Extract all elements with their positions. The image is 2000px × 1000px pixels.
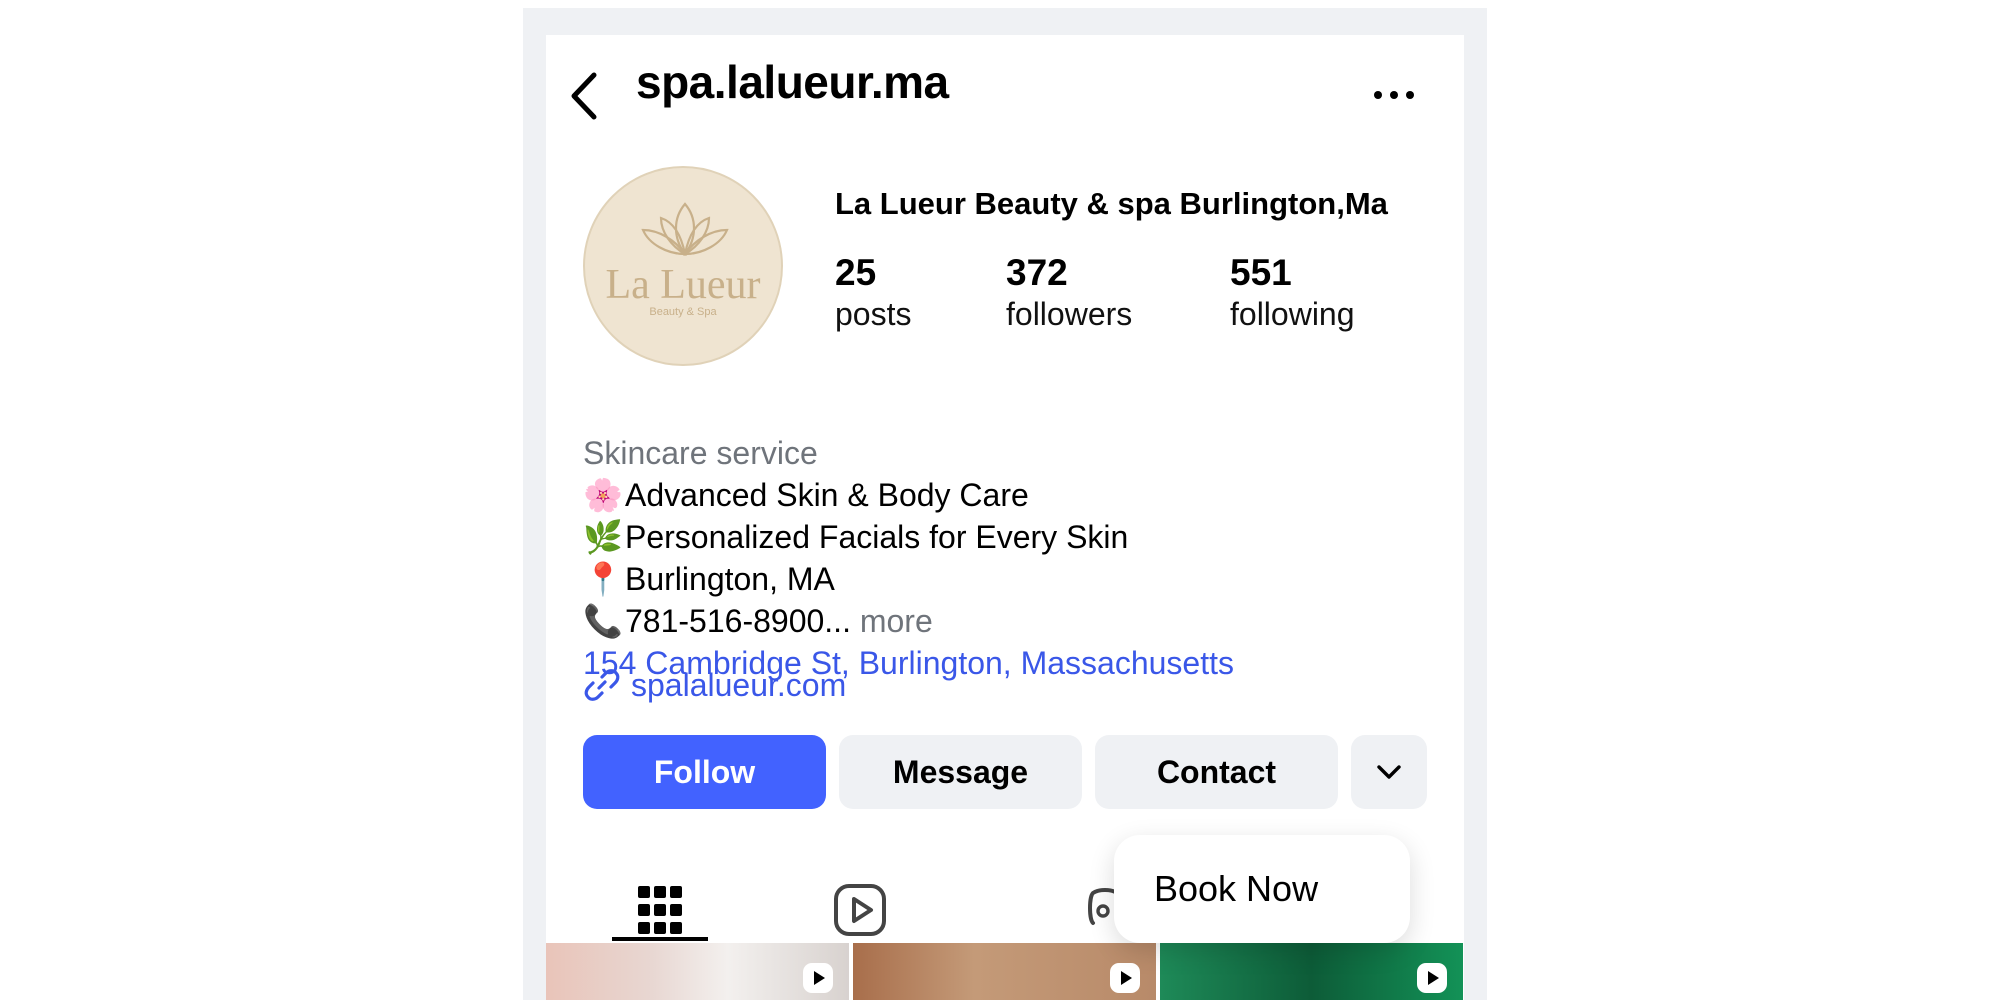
website-text: spalalueur.com [631, 666, 847, 703]
profile-screen: spa.lalueur.ma La Lueur Beauty & Spa La … [546, 35, 1464, 1000]
ellipsis-icon[interactable] [1372, 85, 1416, 105]
lotus-logo-icon [641, 202, 729, 257]
stat-value: 372 [1006, 252, 1068, 293]
follow-button[interactable]: Follow [583, 735, 826, 809]
stat-followers[interactable]: 372 followers [1006, 252, 1133, 334]
book-now-menu-item[interactable]: Book Now [1114, 835, 1410, 943]
back-icon[interactable] [566, 65, 606, 127]
pin-emoji-icon: 📍 [583, 561, 623, 597]
stat-value: 25 [835, 252, 877, 293]
bio: Skincare service 🌸Advanced Skin & Body C… [583, 432, 1443, 684]
bio-line-text: 781-516-8900... [625, 603, 851, 639]
bio-category: Skincare service [583, 435, 818, 471]
website-link[interactable]: spalalueur.com [583, 660, 846, 710]
bio-line: 🌿Personalized Facials for Every Skin [583, 516, 1443, 558]
grid-icon [638, 886, 682, 934]
post-thumbnail[interactable] [1160, 943, 1463, 1000]
herb-emoji-icon: 🌿 [583, 519, 623, 555]
post-thumbnail[interactable] [546, 943, 849, 1000]
avatar-logo-subtext: Beauty & Spa [649, 306, 717, 318]
link-icon [584, 669, 620, 701]
flower-emoji-icon: 🌸 [583, 477, 623, 513]
active-tab-indicator [612, 937, 708, 941]
bio-line-text: Personalized Facials for Every Skin [625, 519, 1129, 555]
bio-line-text: Burlington, MA [625, 561, 835, 597]
bio-more-link[interactable]: more [860, 603, 933, 639]
display-name: La Lueur Beauty & spa Burlington,Ma [835, 186, 1388, 221]
bio-line: 📞781-516-8900... more [583, 600, 1443, 642]
stat-label: following [1230, 295, 1355, 332]
stat-posts[interactable]: 25 posts [835, 252, 912, 334]
stat-label: posts [835, 295, 912, 332]
profile-username: spa.lalueur.ma [636, 56, 949, 108]
suggested-dropdown-button[interactable] [1351, 735, 1427, 809]
stat-label: followers [1006, 295, 1133, 332]
bio-line: 🌸Advanced Skin & Body Care [583, 474, 1443, 516]
phone-emoji-icon: 📞 [583, 603, 623, 639]
stat-following[interactable]: 551 following [1230, 252, 1355, 334]
play-icon [1110, 963, 1140, 993]
play-icon [1417, 963, 1447, 993]
post-thumbnail[interactable] [853, 943, 1156, 1000]
reels-icon [834, 884, 886, 936]
message-button[interactable]: Message [839, 735, 1082, 809]
bio-line-text: Advanced Skin & Body Care [625, 477, 1029, 513]
chevron-down-icon [1377, 765, 1401, 779]
play-icon [803, 963, 833, 993]
bio-line: 📍Burlington, MA [583, 558, 1443, 600]
stat-value: 551 [1230, 252, 1292, 293]
avatar-logo-text: La Lueur [605, 262, 761, 308]
contact-button[interactable]: Contact [1095, 735, 1338, 809]
avatar[interactable]: La Lueur Beauty & Spa [583, 166, 783, 366]
